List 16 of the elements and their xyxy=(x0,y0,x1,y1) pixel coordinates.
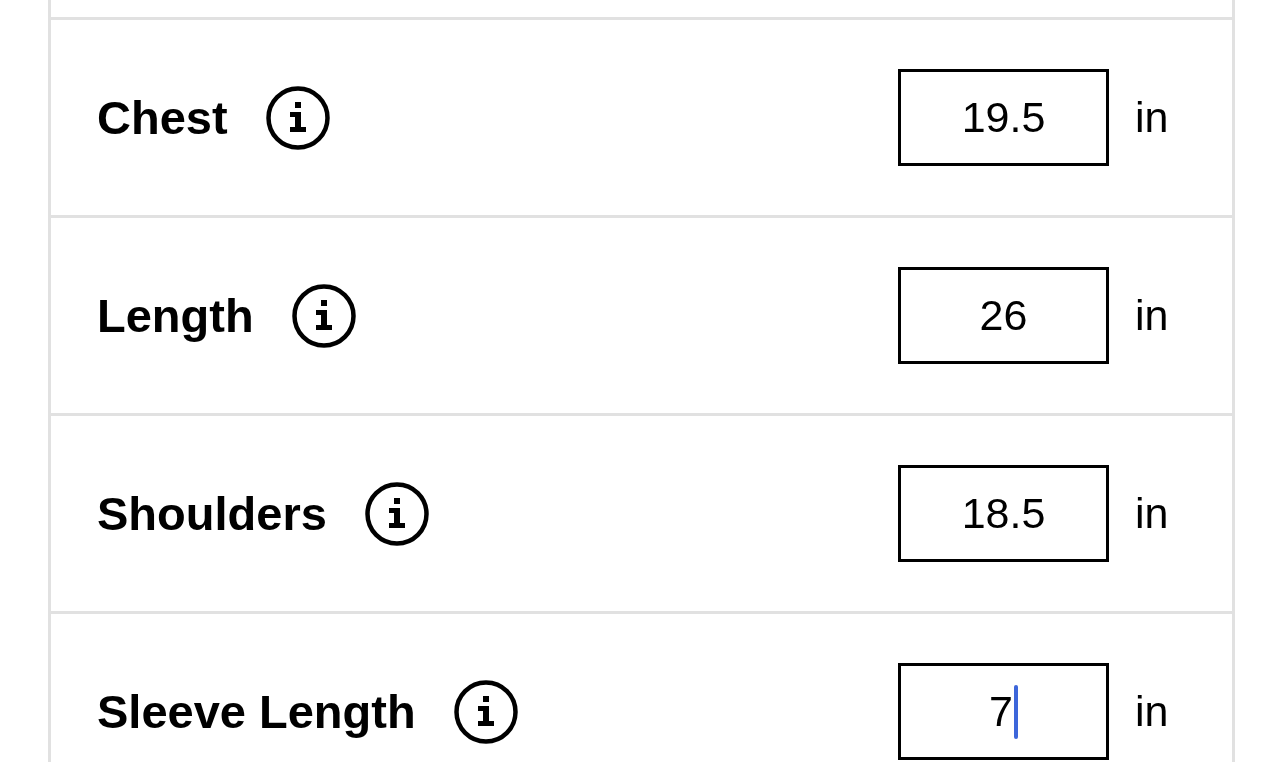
info-icon[interactable] xyxy=(291,283,356,348)
unit-label: in xyxy=(1135,687,1170,736)
measurement-field[interactable]: 19.5 xyxy=(898,69,1109,166)
unit-label: in xyxy=(1135,291,1170,340)
unit-label: in xyxy=(1135,489,1170,538)
unit-label: in xyxy=(1135,93,1170,142)
measurement-field[interactable]: 7 xyxy=(898,663,1109,760)
measurement-label: Chest xyxy=(97,90,228,145)
info-icon[interactable] xyxy=(265,85,330,150)
measurement-label: Sleeve Length xyxy=(97,684,416,739)
measurement-label: Length xyxy=(97,288,254,343)
measurement-field[interactable]: 26 xyxy=(898,267,1109,364)
measurement-field[interactable]: 18.5 xyxy=(898,465,1109,562)
info-icon[interactable] xyxy=(364,481,429,546)
measurement-label: Shoulders xyxy=(97,486,327,541)
info-icon[interactable] xyxy=(453,679,518,744)
